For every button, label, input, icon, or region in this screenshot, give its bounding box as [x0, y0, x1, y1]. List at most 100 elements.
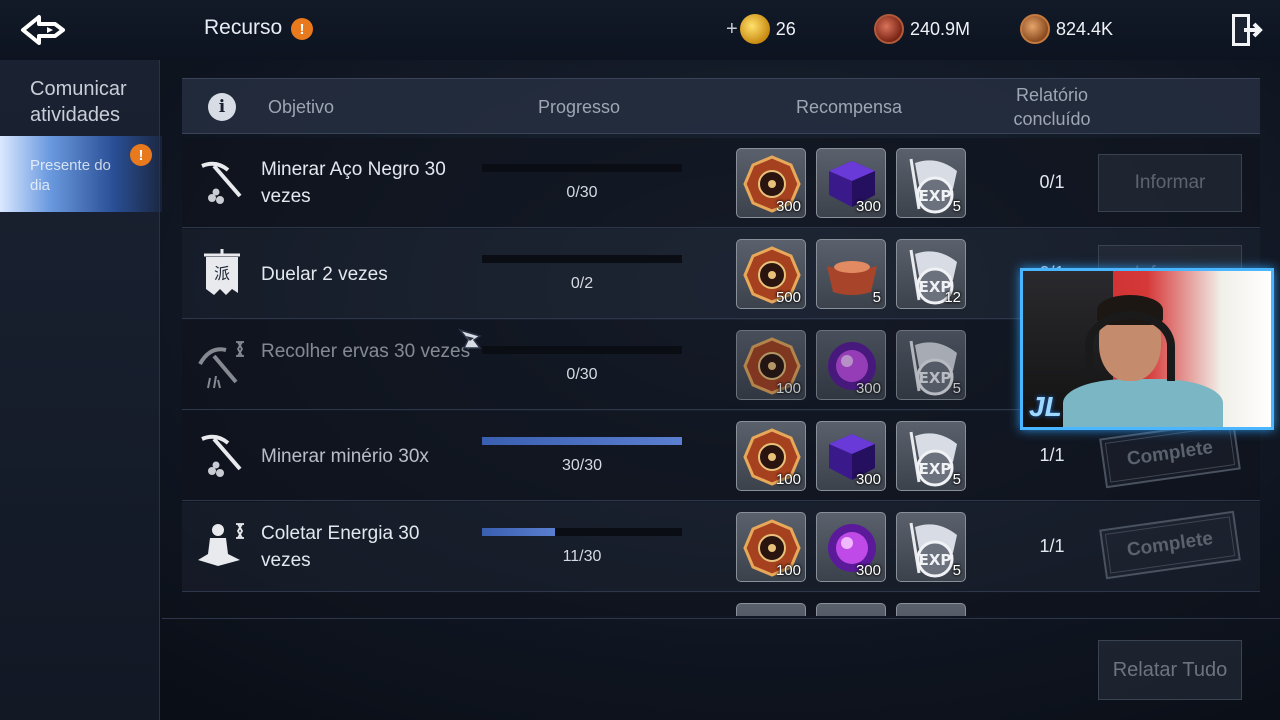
reward-qty: 300 [775, 198, 801, 215]
reward-item[interactable]: EXP 5 [896, 421, 966, 491]
reward-item[interactable]: 300 [816, 421, 886, 491]
svg-text:派: 派 [214, 264, 230, 283]
svg-text:EXP: EXP [919, 460, 952, 478]
task-name: Minerar minério 30x [261, 446, 429, 467]
red-coin-amount: 240.9M [910, 18, 971, 39]
reward-item[interactable]: 300 [816, 512, 886, 582]
reward-qty: 5 [872, 289, 881, 306]
progress-text: 30/30 [561, 457, 603, 474]
complete-stamp: Complete [1099, 510, 1241, 580]
exit-icon[interactable] [1230, 12, 1264, 48]
progress-bar [482, 255, 682, 263]
reward-qty: 300 [855, 562, 881, 579]
reward-item[interactable]: EXP 5 [896, 148, 966, 218]
svg-text:EXP: EXP [919, 369, 952, 387]
info-icon[interactable]: i [208, 93, 236, 121]
bronze-coin-amount: 824.4K [1056, 18, 1114, 39]
sidebar: Comunicar atividades Presente do dia ! [0, 60, 162, 720]
complete-stamp: Complete [1099, 419, 1241, 489]
webcam-overlay: JL [1020, 268, 1274, 430]
reward-item[interactable]: 300 [736, 148, 806, 218]
progress-bar [482, 346, 682, 354]
report-all-button[interactable]: Relatar Tudo [1098, 640, 1242, 700]
table-header: i Objetivo Progresso Recompensa Relatóri… [182, 78, 1260, 134]
sidebar-heading: Comunicar atividades [30, 78, 127, 126]
gold-amount: 26 [775, 18, 796, 39]
column-objective: Objetivo [268, 97, 335, 117]
progress-text: 11/30 [562, 548, 602, 565]
reward-qty: 100 [775, 380, 801, 397]
task-name: Recolher ervas 30 vezes [261, 341, 471, 362]
reward-item[interactable]: EXP 5 [896, 330, 966, 400]
reward-item[interactable]: 100 [736, 512, 806, 582]
back-arrow-icon [21, 15, 65, 45]
red-coin-icon [874, 14, 904, 44]
reward-qty: 300 [855, 380, 881, 397]
sickle-icon [198, 341, 244, 389]
reward-qty: 500 [775, 289, 801, 306]
alert-icon: ! [130, 144, 152, 166]
task-row: Coletar Energia 30 vezes 11/30 100 300 E… [182, 502, 1260, 592]
progress-bar [482, 528, 682, 536]
reward-qty: 100 [775, 562, 801, 579]
reward-item[interactable]: EXP 12 [896, 239, 966, 309]
svg-text:EXP: EXP [919, 551, 952, 569]
reward-item[interactable]: 500 [736, 239, 806, 309]
top-bar: Recurso ! + 26 240.9M 824.4K [0, 0, 1280, 60]
svg-text:EXP: EXP [919, 187, 952, 205]
progress-fill [482, 437, 682, 445]
progress-text: 0/2 [570, 275, 594, 292]
meditate-icon [198, 523, 244, 566]
reward-item[interactable]: 5 [816, 239, 886, 309]
reward-item[interactable] [816, 603, 886, 616]
gold-currency[interactable]: + 26 [726, 14, 796, 44]
back-button[interactable] [14, 6, 78, 54]
column-reward: Recompensa [796, 97, 903, 117]
bronze-coin-icon [1020, 14, 1050, 44]
reward-item[interactable]: 100 [736, 421, 806, 491]
streamer-body [1063, 379, 1223, 427]
reward-qty: 5 [952, 380, 961, 397]
column-report: Relatório concluído [1013, 85, 1091, 129]
reward-item[interactable]: 300 [816, 148, 886, 218]
gold-coin-icon [739, 14, 770, 44]
pickaxe-icon [201, 434, 242, 477]
streamer-badge: JL [1029, 391, 1062, 422]
progress-bar [482, 164, 682, 172]
report-count: 1/1 [1039, 536, 1065, 556]
plus-icon: + [726, 17, 738, 40]
pickaxe-icon [201, 161, 242, 204]
cursor-icon [458, 328, 482, 349]
task-row: Minerar Aço Negro 30 vezes 0/30 300 300 … [182, 138, 1260, 228]
reward-qty: 12 [944, 289, 961, 306]
reward-item[interactable]: 300 [816, 330, 886, 400]
task-name: Duelar 2 vezes [261, 264, 388, 285]
banner-icon: 派 [204, 249, 240, 295]
reward-qty: 300 [855, 198, 881, 215]
column-progress: Progresso [538, 97, 621, 117]
progress-text: 0/30 [566, 366, 598, 383]
alert-icon: ! [291, 18, 313, 40]
reward-qty: 300 [855, 471, 881, 488]
reward-item[interactable]: 100 [736, 330, 806, 400]
progress-fill [482, 528, 556, 536]
progress-text: 0/30 [566, 184, 598, 201]
reward-item[interactable] [736, 603, 806, 616]
task-row [182, 593, 1260, 616]
reward-qty: 5 [952, 562, 961, 579]
reward-item[interactable] [896, 603, 966, 616]
progress-bar [482, 437, 682, 445]
divider [162, 618, 1280, 619]
report-count: 1/1 [1039, 445, 1065, 465]
reward-qty: 5 [952, 198, 961, 215]
sidebar-item-label: Presente do dia [30, 157, 111, 194]
task-name: Coletar Energia 30 vezes [261, 523, 420, 571]
reward-qty: 100 [775, 471, 801, 488]
page-title: Recurso [204, 16, 283, 39]
report-count: 0/1 [1039, 172, 1065, 192]
headset-icon [1085, 311, 1175, 381]
red-coin-currency: 240.9M [874, 14, 970, 44]
report-button[interactable]: Informar [1098, 154, 1242, 212]
bronze-coin-currency: 824.4K [1020, 14, 1113, 44]
reward-item[interactable]: EXP 5 [896, 512, 966, 582]
